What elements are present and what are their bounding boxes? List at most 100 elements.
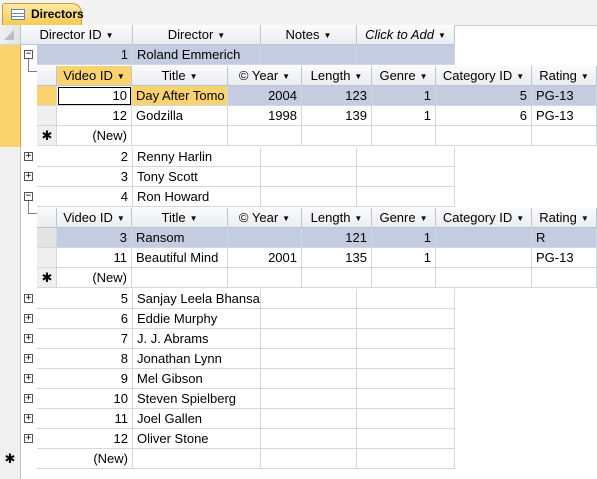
expand-icon[interactable]: +: [24, 152, 33, 161]
director-name-cell[interactable]: Ron Howard: [133, 187, 261, 207]
director-row[interactable]: + 9 Mel Gibson: [0, 369, 597, 389]
dropdown-arrow-icon[interactable]: ▼: [282, 209, 290, 227]
dropdown-arrow-icon[interactable]: ▼: [117, 67, 125, 85]
click-to-add-cell[interactable]: [357, 369, 455, 389]
video-id-cell[interactable]: 11: [57, 248, 132, 268]
subdatasheet-select-all[interactable]: [37, 66, 57, 86]
new-video-row[interactable]: ✱ (New): [37, 268, 597, 288]
year-cell[interactable]: 2001: [228, 248, 302, 268]
director-id-cell[interactable]: 4: [37, 187, 133, 207]
click-to-add-cell[interactable]: [357, 449, 455, 469]
new-record-cell[interactable]: (New): [57, 268, 132, 288]
director-row[interactable]: + 11 Joel Gallen: [0, 409, 597, 429]
click-to-add-cell[interactable]: [357, 45, 455, 65]
dropdown-arrow-icon[interactable]: ▼: [282, 67, 290, 85]
notes-cell[interactable]: [261, 349, 357, 369]
column-header-rating[interactable]: Rating ▼: [532, 208, 597, 228]
notes-cell[interactable]: [261, 389, 357, 409]
select-all-corner[interactable]: [0, 25, 21, 45]
video-id-cell[interactable]: 10: [57, 86, 132, 106]
click-to-add-cell[interactable]: [357, 289, 455, 309]
column-header-category-id[interactable]: Category ID ▼: [436, 66, 532, 86]
notes-cell[interactable]: [261, 429, 357, 449]
title-cell[interactable]: [132, 268, 228, 288]
director-id-cell[interactable]: 5: [37, 289, 133, 309]
director-name-cell[interactable]: J. J. Abrams: [133, 329, 261, 349]
column-header-title[interactable]: Title ▼: [132, 66, 228, 86]
new-record-selector[interactable]: ✱: [37, 268, 57, 288]
dropdown-arrow-icon[interactable]: ▼: [217, 26, 225, 44]
dropdown-arrow-icon[interactable]: ▼: [324, 26, 332, 44]
notes-cell[interactable]: [261, 167, 357, 187]
expand-icon[interactable]: +: [24, 294, 33, 303]
director-row[interactable]: + 5 Sanjay Leela Bhansa: [0, 289, 597, 309]
year-cell[interactable]: [228, 126, 302, 146]
director-row[interactable]: + 7 J. J. Abrams: [0, 329, 597, 349]
dropdown-arrow-icon[interactable]: ▼: [581, 67, 589, 85]
dropdown-arrow-icon[interactable]: ▼: [190, 209, 198, 227]
click-to-add-cell[interactable]: [357, 309, 455, 329]
column-header-genre[interactable]: Genre ▼: [372, 208, 436, 228]
click-to-add-cell[interactable]: [357, 389, 455, 409]
director-id-cell[interactable]: 12: [37, 429, 133, 449]
expand-icon[interactable]: +: [24, 314, 33, 323]
director-name-cell[interactable]: Eddie Murphy: [133, 309, 261, 329]
director-id-cell[interactable]: 10: [37, 389, 133, 409]
new-director-row[interactable]: ✱ (New): [0, 449, 597, 469]
director-row[interactable]: + 12 Oliver Stone: [0, 429, 597, 449]
dropdown-arrow-icon[interactable]: ▼: [516, 209, 524, 227]
genre-cell[interactable]: 1: [372, 248, 436, 268]
record-selector[interactable]: [37, 86, 57, 106]
length-cell[interactable]: 123: [302, 86, 372, 106]
video-row[interactable]: 11 Beautiful Mind 2001 135 1 PG-13: [37, 248, 597, 268]
director-name-cell[interactable]: Mel Gibson: [133, 369, 261, 389]
dropdown-arrow-icon[interactable]: ▼: [438, 26, 446, 44]
click-to-add-cell[interactable]: [357, 187, 455, 207]
notes-cell[interactable]: [261, 409, 357, 429]
expand-icon[interactable]: +: [24, 354, 33, 363]
director-name-cell[interactable]: Roland Emmerich: [133, 45, 261, 65]
video-row[interactable]: 3 Ransom 121 1 R: [37, 228, 597, 248]
length-cell[interactable]: [302, 268, 372, 288]
title-cell[interactable]: [132, 126, 228, 146]
director-row[interactable]: + 10 Steven Spielberg: [0, 389, 597, 409]
column-header-year[interactable]: © Year ▼: [228, 208, 302, 228]
notes-cell[interactable]: [261, 147, 357, 167]
rating-cell[interactable]: PG-13: [532, 248, 597, 268]
column-header-rating[interactable]: Rating ▼: [532, 66, 597, 86]
genre-cell[interactable]: 1: [372, 86, 436, 106]
title-cell[interactable]: Godzilla: [132, 106, 228, 126]
rating-cell[interactable]: [532, 126, 597, 146]
director-id-cell[interactable]: 8: [37, 349, 133, 369]
dropdown-arrow-icon[interactable]: ▼: [420, 67, 428, 85]
director-name-cell[interactable]: Oliver Stone: [133, 429, 261, 449]
column-header-length[interactable]: Length ▼: [302, 66, 372, 86]
notes-cell[interactable]: [261, 45, 357, 65]
director-name-cell[interactable]: Joel Gallen: [133, 409, 261, 429]
new-video-row[interactable]: ✱ (New): [37, 126, 597, 146]
category-cell[interactable]: [436, 268, 532, 288]
dropdown-arrow-icon[interactable]: ▼: [117, 209, 125, 227]
subdatasheet-select-all[interactable]: [37, 208, 57, 228]
director-row[interactable]: + 8 Jonathan Lynn: [0, 349, 597, 369]
new-record-selector[interactable]: ✱: [37, 126, 57, 146]
record-selector[interactable]: [37, 106, 57, 126]
expand-icon[interactable]: +: [24, 334, 33, 343]
notes-cell[interactable]: [261, 187, 357, 207]
rating-cell[interactable]: R: [532, 228, 597, 248]
click-to-add-cell[interactable]: [357, 349, 455, 369]
director-name-cell[interactable]: [133, 449, 261, 469]
length-cell[interactable]: 135: [302, 248, 372, 268]
click-to-add-cell[interactable]: [357, 329, 455, 349]
dropdown-arrow-icon[interactable]: ▼: [420, 209, 428, 227]
director-row[interactable]: + 3 Tony Scott: [0, 167, 597, 187]
category-cell[interactable]: 5: [436, 86, 532, 106]
click-to-add-cell[interactable]: [357, 409, 455, 429]
title-cell[interactable]: Day After Tomo: [132, 86, 228, 106]
dropdown-arrow-icon[interactable]: ▼: [581, 209, 589, 227]
dropdown-arrow-icon[interactable]: ▼: [106, 26, 114, 44]
year-cell[interactable]: 1998: [228, 106, 302, 126]
director-name-cell[interactable]: Tony Scott: [133, 167, 261, 187]
expand-icon[interactable]: +: [24, 394, 33, 403]
dropdown-arrow-icon[interactable]: ▼: [516, 67, 524, 85]
